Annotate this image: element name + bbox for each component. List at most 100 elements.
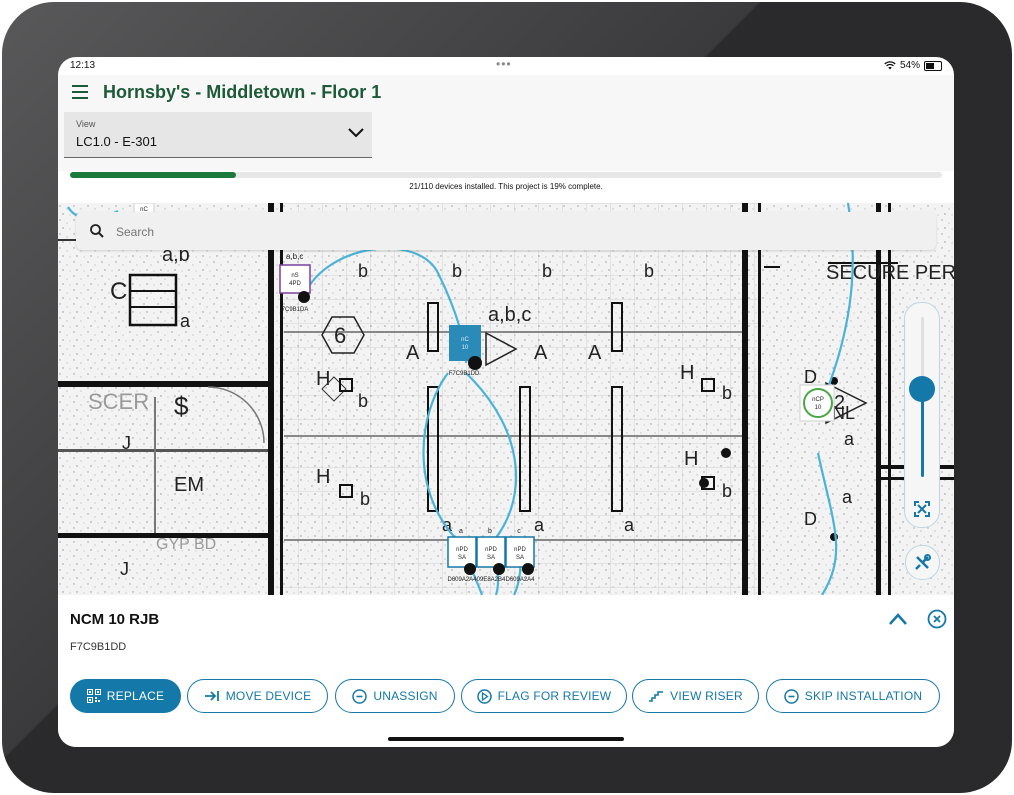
- search-icon: [90, 224, 104, 238]
- minus-circle-icon: [784, 688, 799, 704]
- svg-text:a: a: [180, 311, 191, 331]
- move-arrow-icon: [204, 691, 219, 701]
- app-screen: 12:13 ••• 54% Hornsby's - Middletown - F…: [58, 57, 954, 747]
- svg-text:b: b: [722, 383, 732, 403]
- svg-text:H: H: [316, 368, 330, 390]
- view-select[interactable]: View LC1.0 - E-301: [64, 112, 372, 158]
- tools-button[interactable]: [905, 545, 940, 580]
- status-time: 12:13: [70, 60, 96, 71]
- device-tag: a: [459, 528, 463, 535]
- svg-text:nPD: nPD: [514, 547, 526, 553]
- svg-text:10: 10: [815, 405, 822, 411]
- svg-text:D: D: [804, 509, 817, 529]
- install-progress-bar: [70, 172, 942, 178]
- search-bar[interactable]: [76, 212, 936, 250]
- install-progress-text: 21/110 devices installed. This project i…: [409, 182, 603, 191]
- plan-label-abc-top: a,b,c: [286, 252, 303, 261]
- svg-text:nPD: nPD: [485, 547, 497, 553]
- fit-screen-icon[interactable]: [914, 501, 930, 517]
- move-device-button[interactable]: MOVE DEVICE: [187, 679, 328, 713]
- device-tag: b: [488, 528, 492, 535]
- device-id: 09E8A2B4: [477, 577, 506, 583]
- device-serial: F7C9B1DD: [70, 641, 127, 653]
- view-riser-button[interactable]: VIEW RISER: [632, 679, 759, 713]
- page-title: Hornsby's - Middletown - Floor 1: [103, 82, 382, 102]
- multitask-dots[interactable]: •••: [496, 57, 512, 71]
- minus-circle-icon: [352, 688, 368, 704]
- app-header: Hornsby's - Middletown - Floor 1 View LC…: [58, 75, 954, 171]
- zoom-fill: [921, 389, 924, 477]
- svg-text:nS: nS: [291, 273, 298, 279]
- device-tag: c: [517, 528, 521, 535]
- svg-text:b: b: [722, 481, 732, 501]
- plan-label-scer: SCER: [88, 389, 149, 414]
- home-indicator[interactable]: [388, 737, 624, 741]
- flag-for-review-label: FLAG FOR REVIEW: [497, 689, 612, 703]
- replace-button-label: REPLACE: [106, 689, 165, 703]
- svg-text:b: b: [360, 489, 370, 509]
- svg-text:a: a: [842, 487, 853, 507]
- svg-text:SA: SA: [458, 555, 466, 561]
- plan-label-abc: a,b,c: [488, 304, 531, 326]
- svg-text:H: H: [684, 448, 698, 470]
- svg-text:b: b: [644, 261, 654, 281]
- view-riser-label: VIEW RISER: [670, 689, 743, 703]
- wifi-icon: [884, 61, 896, 70]
- plan-triangle-number: 2: [834, 392, 845, 414]
- search-input[interactable]: [114, 221, 898, 243]
- svg-text:nCP: nCP: [812, 397, 824, 403]
- close-circle-icon[interactable]: [927, 609, 947, 629]
- device-id: D609A2A4: [447, 577, 477, 583]
- floor-plan-canvas[interactable]: a,b C a a,b,c a,b,c b b b b A A A H b H …: [58, 203, 954, 595]
- plan-label-secure: SECURE PER: [826, 262, 954, 284]
- svg-text:b: b: [452, 261, 462, 281]
- riser-icon: [649, 691, 664, 702]
- view-select-value: LC1.0 - E-301: [76, 134, 157, 149]
- svg-text:$: $: [174, 391, 189, 421]
- battery-icon: [924, 60, 942, 71]
- status-bar: 12:13 ••• 54%: [58, 57, 954, 75]
- svg-text:SA: SA: [516, 555, 524, 561]
- zoom-slider-thumb[interactable]: [909, 376, 935, 402]
- device-id: D609A2A4: [505, 577, 535, 583]
- status-right: 54%: [884, 60, 942, 71]
- menu-icon[interactable]: [72, 85, 88, 99]
- svg-text:10: 10: [462, 345, 469, 351]
- replace-button[interactable]: REPLACE: [70, 679, 181, 713]
- svg-text:C: C: [110, 278, 127, 305]
- svg-text:a: a: [534, 515, 545, 535]
- tools-icon: [915, 554, 931, 570]
- chevron-up-icon[interactable]: [888, 612, 908, 626]
- flag-for-review-button[interactable]: FLAG FOR REVIEW: [461, 679, 627, 713]
- svg-text:SA: SA: [487, 555, 495, 561]
- skip-installation-label: SKIP INSTALLATION: [804, 689, 923, 703]
- zoom-control[interactable]: [904, 302, 940, 528]
- chevron-down-icon: [348, 128, 364, 138]
- svg-text:b: b: [542, 261, 552, 281]
- plan-label-em: EM: [174, 474, 204, 496]
- svg-text:A: A: [534, 342, 548, 364]
- device-name: NCM 10 RJB: [70, 611, 160, 628]
- svg-text:nC: nC: [461, 337, 469, 343]
- plan-label-gyp: GYP BD: [156, 536, 216, 553]
- battery-percent: 54%: [899, 60, 920, 71]
- plan-hex-number: 6: [334, 323, 346, 348]
- svg-text:J: J: [122, 433, 131, 453]
- tablet-frame: 12:13 ••• 54% Hornsby's - Middletown - F…: [2, 2, 1012, 793]
- skip-installation-button[interactable]: SKIP INSTALLATION: [766, 679, 940, 713]
- svg-text:a: a: [624, 515, 635, 535]
- install-progress-fill: [70, 172, 236, 178]
- svg-text:b: b: [358, 261, 368, 281]
- device-id: 7C9B1DA: [282, 307, 309, 313]
- device-detail-panel: NCM 10 RJB F7C9B1DD REPLACE MOVE DEVICE …: [58, 595, 954, 747]
- svg-text:A: A: [406, 342, 420, 364]
- svg-text:4PD: 4PD: [289, 281, 301, 287]
- unassign-label: UNASSIGN: [373, 689, 438, 703]
- svg-text:H: H: [316, 466, 330, 488]
- floor-plan-drawing: a,b C a a,b,c a,b,c b b b b A A A H b H …: [58, 203, 954, 595]
- svg-text:H: H: [680, 362, 694, 384]
- device-id: F7C9B1DD: [449, 371, 480, 377]
- qr-code-icon: [86, 689, 101, 703]
- unassign-button[interactable]: UNASSIGN: [335, 679, 455, 713]
- device-ncp-10[interactable]: nCP 10: [799, 384, 835, 422]
